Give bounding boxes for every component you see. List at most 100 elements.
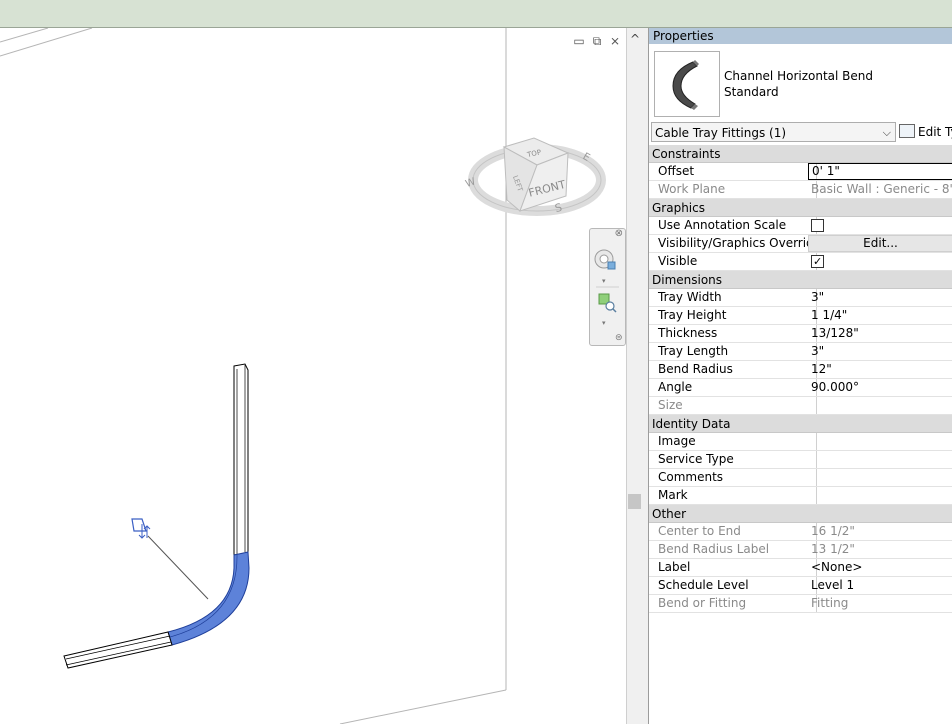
- property-value[interactable]: [808, 451, 952, 468]
- navigation-bar[interactable]: ⊗ ▾ ▾ ⊜: [589, 228, 626, 346]
- properties-grid: Constraints Offset 0' 1" Work Plane Basic Wa…: [649, 145, 952, 613]
- property-value: 13 1/2": [811, 542, 855, 556]
- zoom-dropdown-icon[interactable]: ▾: [602, 319, 606, 327]
- property-value[interactable]: [808, 469, 952, 486]
- collapse-chevron-icon[interactable]: ^: [630, 32, 640, 46]
- property-label: Visible: [649, 253, 817, 270]
- edit-type-label: Edit Ty: [918, 125, 952, 139]
- property-row[interactable]: Offset 0' 1": [649, 163, 952, 181]
- channel-bend-icon: [672, 60, 699, 110]
- property-row[interactable]: Visible: [649, 253, 952, 271]
- flip-fitting-control[interactable]: [131, 518, 151, 539]
- property-label: Thickness: [649, 325, 817, 342]
- property-label: Bend or Fitting: [649, 595, 817, 612]
- property-value[interactable]: 3": [808, 289, 952, 306]
- cable-tray-vertical[interactable]: [233, 363, 249, 556]
- property-value[interactable]: 90.000°: [808, 379, 952, 396]
- ribbon-strip: [0, 0, 952, 28]
- drawing-viewport[interactable]: W S E TOP FRONT LEFT ▭ ⧉ ⨯: [0, 28, 626, 724]
- property-label: Label: [649, 559, 817, 576]
- property-value: Fitting: [811, 596, 849, 610]
- properties-title: Properties: [649, 28, 952, 44]
- property-row[interactable]: Schedule Level Level 1: [649, 577, 952, 595]
- property-row[interactable]: Use Annotation Scale: [649, 217, 952, 235]
- navbar-options-icon[interactable]: ⊜: [615, 333, 623, 343]
- property-row[interactable]: Comments: [649, 469, 952, 487]
- minimize-view-icon[interactable]: ▭: [572, 35, 586, 47]
- property-value[interactable]: 12": [808, 361, 952, 378]
- property-row: Bend Radius Label 13 1/2": [649, 541, 952, 559]
- property-row[interactable]: Image: [649, 433, 952, 451]
- type-preview-image: [654, 51, 720, 117]
- property-value[interactable]: 1 1/4": [808, 307, 952, 324]
- properties-palette: Properties Channel Horizontal Bend Stand…: [648, 28, 952, 724]
- property-label: Mark: [649, 487, 817, 504]
- property-label: Comments: [649, 469, 817, 486]
- property-row[interactable]: Tray Width 3": [649, 289, 952, 307]
- property-value[interactable]: [808, 217, 952, 234]
- group-header-dimensions[interactable]: Dimensions: [649, 271, 952, 289]
- zoom-region-icon[interactable]: [598, 293, 617, 313]
- edit-type-icon: [899, 124, 915, 138]
- edit-type-button[interactable]: Edit Ty: [899, 122, 952, 142]
- property-row[interactable]: Bend Radius 12": [649, 361, 952, 379]
- property-value: 16 1/2": [811, 524, 855, 538]
- property-label: Tray Length: [649, 343, 817, 360]
- group-header-identity-data[interactable]: Identity Data: [649, 415, 952, 433]
- property-value[interactable]: [808, 487, 952, 504]
- wheel-dropdown-icon[interactable]: ▾: [602, 277, 606, 285]
- property-label: Angle: [649, 379, 817, 396]
- property-row[interactable]: Tray Height 1 1/4": [649, 307, 952, 325]
- wall-edge: [0, 28, 93, 57]
- property-row[interactable]: Service Type: [649, 451, 952, 469]
- property-row: Size: [649, 397, 952, 415]
- property-value[interactable]: 3": [808, 343, 952, 360]
- property-value[interactable]: Edit...: [808, 235, 952, 252]
- checkbox[interactable]: [811, 253, 824, 270]
- edit-overrides-button[interactable]: Edit...: [808, 235, 952, 252]
- group-header-graphics[interactable]: Graphics: [649, 199, 952, 217]
- flip-leader-line: [147, 535, 209, 600]
- instance-filter-dropdown[interactable]: Cable Tray Fittings (1) ⌵: [651, 122, 896, 142]
- scrollbar-thumb[interactable]: [628, 494, 641, 509]
- instance-filter-label: Cable Tray Fittings (1): [655, 126, 787, 140]
- property-row[interactable]: Tray Length 3": [649, 343, 952, 361]
- property-value: Basic Wall : Generic - 8": [811, 182, 952, 196]
- property-label: Bend Radius: [649, 361, 817, 378]
- property-row[interactable]: Thickness 13/128": [649, 325, 952, 343]
- property-value[interactable]: 13/128": [808, 325, 952, 342]
- property-value[interactable]: [808, 433, 952, 450]
- property-label: Center to End: [649, 523, 817, 540]
- restore-view-icon[interactable]: ⧉: [590, 35, 604, 47]
- group-header-other[interactable]: Other: [649, 505, 952, 523]
- type-selector-area[interactable]: Channel Horizontal Bend Standard: [649, 45, 952, 121]
- checkbox[interactable]: [811, 219, 824, 232]
- property-label: Service Type: [649, 451, 817, 468]
- property-label: Schedule Level: [649, 577, 817, 594]
- type-style-name: Standard: [724, 85, 779, 99]
- property-label: Bend Radius Label: [649, 541, 817, 558]
- property-row[interactable]: Angle 90.000°: [649, 379, 952, 397]
- model-view[interactable]: W S E TOP FRONT LEFT: [0, 28, 626, 724]
- chevron-down-icon[interactable]: ⌵: [883, 123, 891, 143]
- property-value[interactable]: [808, 253, 952, 270]
- property-value[interactable]: <None>: [808, 559, 952, 576]
- property-value[interactable]: 0' 1": [808, 163, 952, 180]
- navbar-tools[interactable]: ▾ ▾ ⊜: [590, 229, 625, 345]
- property-label: Use Annotation Scale: [649, 217, 817, 234]
- panel-divider[interactable]: ^: [626, 28, 649, 724]
- type-family-name: Channel Horizontal Bend: [724, 69, 874, 83]
- property-row[interactable]: Label <None>: [649, 559, 952, 577]
- property-label: Size: [649, 397, 817, 414]
- steering-wheel-icon[interactable]: [594, 249, 616, 270]
- property-label: Visibility/Graphics Overrides: [649, 235, 817, 252]
- group-header-constraints[interactable]: Constraints: [649, 145, 952, 163]
- property-row[interactable]: Mark: [649, 487, 952, 505]
- property-value[interactable]: Level 1: [808, 577, 952, 594]
- close-view-icon[interactable]: ⨯: [608, 35, 622, 47]
- property-row: Center to End 16 1/2": [649, 523, 952, 541]
- cable-tray-horizontal[interactable]: [63, 631, 173, 669]
- viewcube[interactable]: TOP FRONT LEFT: [502, 137, 570, 212]
- property-label: Image: [649, 433, 817, 450]
- property-row[interactable]: Visibility/Graphics Overrides Edit...: [649, 235, 952, 253]
